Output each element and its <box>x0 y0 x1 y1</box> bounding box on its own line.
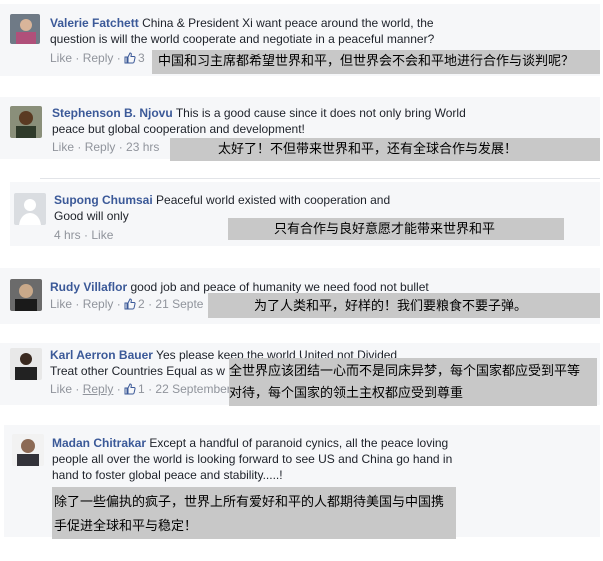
like-count[interactable]: 3 <box>124 51 145 65</box>
translation-overlay: 全世界应该团结一心而不是同床异梦，每个国家都应受到平等对待，每个国家的领土主权都… <box>229 358 597 406</box>
comment-body: good job and peace of humanity we need f… <box>130 280 429 294</box>
thumbs-up-icon <box>124 298 136 310</box>
default-avatar-icon <box>14 193 46 225</box>
comment-author[interactable]: Karl Aerron Bauer <box>50 348 153 362</box>
avatar-image-icon <box>12 434 44 466</box>
comment-author[interactable]: Madan Chitrakar <box>52 436 146 450</box>
comment-text: Valerie Fatchett China & President Xi wa… <box>50 15 450 47</box>
translation-overlay: 只有合作与良好意愿才能带来世界和平 <box>228 218 564 240</box>
divider <box>40 178 600 179</box>
reply-link[interactable]: Reply <box>83 51 114 65</box>
avatar[interactable] <box>10 106 42 138</box>
avatar-image-icon <box>10 279 42 311</box>
comment-time[interactable]: 23 hrs <box>126 140 159 154</box>
avatar[interactable] <box>10 279 42 311</box>
comment-author[interactable]: Stephenson B. Njovu <box>52 106 173 120</box>
avatar-image-icon <box>10 106 42 138</box>
like-link[interactable]: Like <box>50 297 72 311</box>
like-link[interactable]: Like <box>91 228 113 242</box>
comment-actions: Like · Reply · 1 · 22 September <box>50 382 231 396</box>
comment-time[interactable]: 21 Septe <box>155 297 203 311</box>
comment-author[interactable]: Supong Chumsai <box>54 193 153 207</box>
comment-actions: Like · Reply · 3 <box>50 51 145 65</box>
like-link[interactable]: Like <box>50 51 72 65</box>
reply-link[interactable]: Reply <box>83 297 114 311</box>
reply-link[interactable]: Reply <box>85 140 116 154</box>
comment-actions: Like · Reply · 2 · 21 Septe <box>50 297 204 311</box>
like-link[interactable]: Like <box>52 140 74 154</box>
like-count[interactable]: 2 <box>124 297 145 311</box>
comment-author[interactable]: Rudy Villaflor <box>50 280 127 294</box>
like-count[interactable]: 1 <box>124 382 145 396</box>
comment-text: Stephenson B. Njovu This is a good cause… <box>52 105 472 137</box>
translation-overlay: 为了人类和平，好样的！我们要粮食不要子弹。 <box>208 293 600 318</box>
comment-text: Madan Chitrakar Except a handful of para… <box>52 435 462 483</box>
thumbs-up-icon <box>124 383 136 395</box>
avatar-image-icon <box>10 14 40 44</box>
avatar-image-icon <box>10 348 42 380</box>
avatar[interactable] <box>10 14 40 44</box>
comment-actions: Like · Reply · 23 hrs <box>52 140 160 154</box>
like-link[interactable]: Like <box>50 382 72 396</box>
thumbs-up-icon <box>124 52 136 64</box>
comment-author[interactable]: Valerie Fatchett <box>50 16 139 30</box>
translation-overlay: 中国和习主席都希望世界和平，但世界会不会和平地进行合作与谈判呢？ <box>152 50 600 74</box>
comment-time[interactable]: 22 September <box>155 382 230 396</box>
avatar[interactable] <box>14 193 46 225</box>
avatar[interactable] <box>12 434 44 466</box>
comment-time[interactable]: 4 hrs <box>54 228 81 242</box>
reply-link[interactable]: Reply <box>83 382 114 396</box>
avatar[interactable] <box>10 348 42 380</box>
translation-overlay: 太好了！不但带来世界和平，还有全球合作与发展！ <box>170 138 600 161</box>
comment-actions: 4 hrs · Like <box>54 228 114 242</box>
translation-overlay: 除了一些偏执的疯子，世界上所有爱好和平的人都期待美国与中国携手促进全球和平与稳定… <box>52 487 456 539</box>
